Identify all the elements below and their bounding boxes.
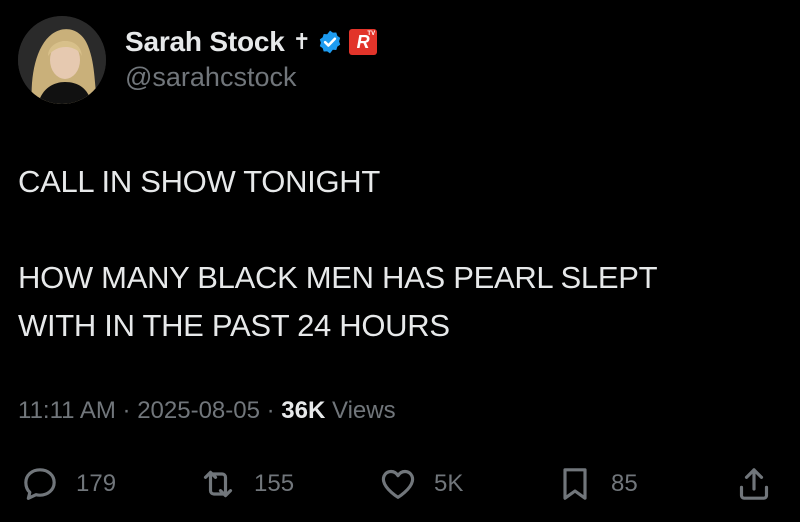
repost-button[interactable]: 155 (198, 458, 294, 510)
bookmark-button[interactable]: 85 (555, 458, 638, 510)
views-count: 36K (281, 397, 326, 424)
reply-count: 179 (76, 470, 117, 497)
author-handle[interactable]: @sarahcstock (125, 62, 296, 93)
author-name-row: Sarah Stock ✝ R TV (125, 24, 378, 60)
affiliate-badge-sup: TV (367, 31, 376, 37)
repost-count: 155 (254, 470, 295, 497)
share-icon (739, 468, 769, 500)
meta-separator: · (122, 397, 131, 424)
views-label: Views (332, 397, 396, 424)
cross-icon: ✝ (292, 29, 312, 54)
bookmark-icon (563, 468, 587, 500)
tweet-text: CALL IN SHOW TONIGHT HOW MANY BLACK MEN … (18, 164, 658, 343)
meta-separator: · (266, 397, 275, 424)
affiliate-badge-icon[interactable]: R TV (349, 29, 378, 55)
tweet-date[interactable]: 2025-08-05 (137, 397, 260, 424)
avatar[interactable] (18, 16, 106, 104)
like-button[interactable]: 5K (378, 458, 463, 510)
action-bar: 179 155 5K 85 (0, 458, 800, 510)
share-button[interactable] (734, 458, 774, 510)
avatar-image (18, 16, 106, 104)
verified-badge-icon[interactable] (317, 29, 343, 55)
like-count: 5K (434, 470, 464, 497)
reply-button[interactable]: 179 (20, 458, 116, 510)
reply-icon (24, 468, 56, 500)
tweet-meta: 11:11 AM · 2025-08-05 · 36K Views (18, 397, 396, 425)
bookmark-count: 85 (611, 470, 638, 497)
author-display-name[interactable]: Sarah Stock (125, 26, 285, 58)
heart-icon (381, 469, 415, 499)
repost-icon (203, 470, 233, 498)
tweet-time[interactable]: 11:11 AM (18, 397, 116, 424)
